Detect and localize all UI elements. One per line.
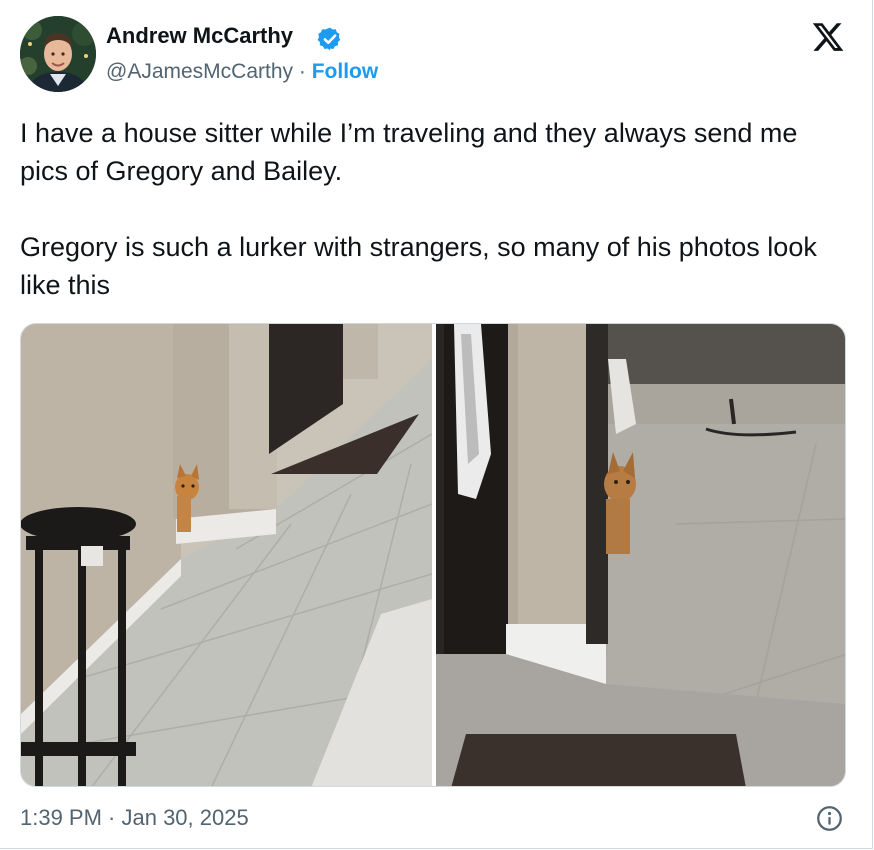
tweet-text: I have a house sitter while I’m travelin… [20,114,840,304]
verified-badge-icon [317,27,341,51]
handle-separator: · [293,60,312,83]
x-logo-icon[interactable] [810,20,846,54]
photo-1[interactable] [21,324,432,786]
avatar[interactable] [20,16,96,92]
tweet-paragraph-1: I have a house sitter while I’m travelin… [20,118,798,186]
follow-button[interactable]: Follow [312,60,379,83]
info-icon[interactable] [816,805,843,832]
photo-2[interactable] [436,324,845,786]
author-name[interactable]: Andrew McCarthy [106,22,293,50]
tweet-card: Andrew McCarthy @AJamesMcCarthy · Follow… [0,0,873,849]
hallway-cat-photo-2 [436,324,845,786]
avatar-photo [20,16,96,92]
tweet-paragraph-2: Gregory is such a lurker with strangers,… [20,232,817,300]
hallway-cat-photo-1 [21,324,432,786]
handle-line: @AJamesMcCarthy · Follow [106,58,378,86]
tweet-timestamp[interactable]: 1:39 PM · Jan 30, 2025 [20,803,249,833]
author-handle[interactable]: @AJamesMcCarthy [106,60,293,83]
media-grid [20,323,846,787]
